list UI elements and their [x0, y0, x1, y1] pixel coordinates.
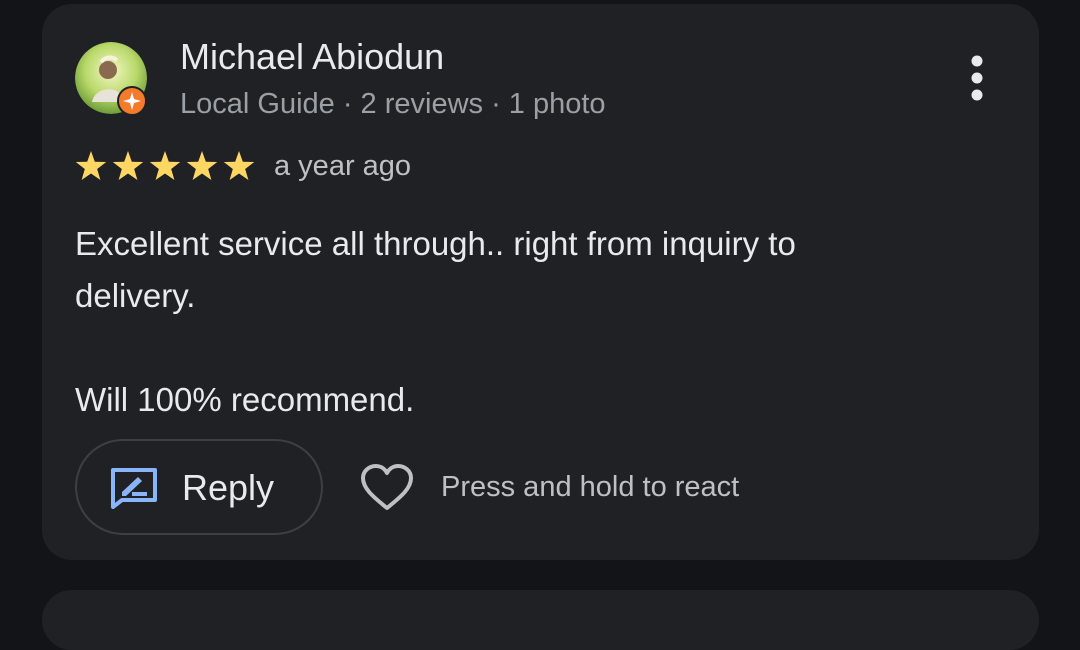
react-hint: Press and hold to react [441, 471, 740, 503]
star-icon [75, 151, 107, 180]
author-meta[interactable]: Local Guide · 2 reviews · 1 photo [180, 86, 606, 122]
star-icon [112, 151, 144, 180]
star-icon [223, 151, 255, 180]
local-guide-badge-icon [117, 86, 147, 116]
heart-outline-icon[interactable] [360, 463, 414, 513]
review-text: Excellent service all through.. right fr… [75, 225, 796, 418]
next-review-card [42, 590, 1039, 650]
star-rating [75, 151, 255, 180]
author-name[interactable]: Michael Abiodun [180, 36, 444, 78]
star-icon [149, 151, 181, 180]
review-date: a year ago [274, 150, 412, 182]
reply-label[interactable]: Reply [182, 466, 274, 510]
star-icon [186, 151, 218, 180]
more-vert-icon[interactable] [955, 52, 999, 106]
rate-review-icon [111, 468, 157, 509]
